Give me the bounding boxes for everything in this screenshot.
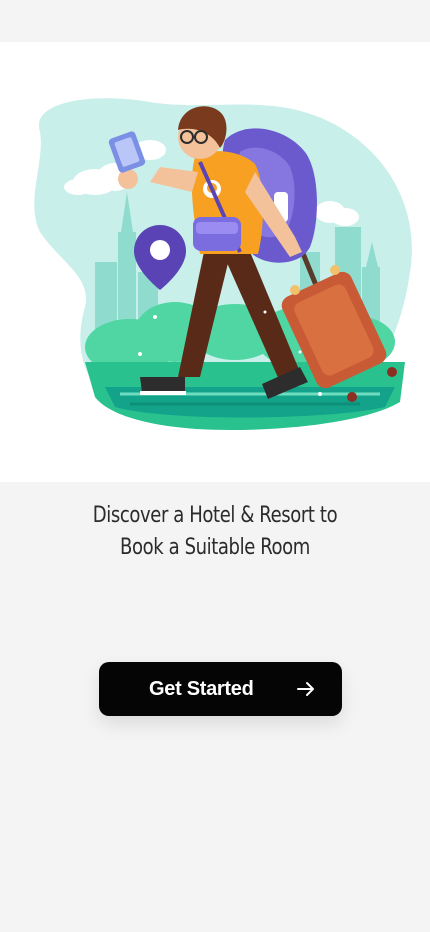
headline-line-2: Book a Suitable Room <box>120 535 310 560</box>
hero-illustration <box>0 42 430 482</box>
arrow-right-icon <box>297 682 314 696</box>
get-started-label: Get Started <box>149 678 254 700</box>
onboarding-headline: Discover a Hotel & Resort to Book a Suit… <box>39 500 392 564</box>
traveler-illustration <box>34 98 412 430</box>
status-bar-area <box>0 0 430 42</box>
get-started-button[interactable]: Get Started <box>99 662 342 716</box>
headline-line-1: Discover a Hotel & Resort to <box>92 503 338 528</box>
